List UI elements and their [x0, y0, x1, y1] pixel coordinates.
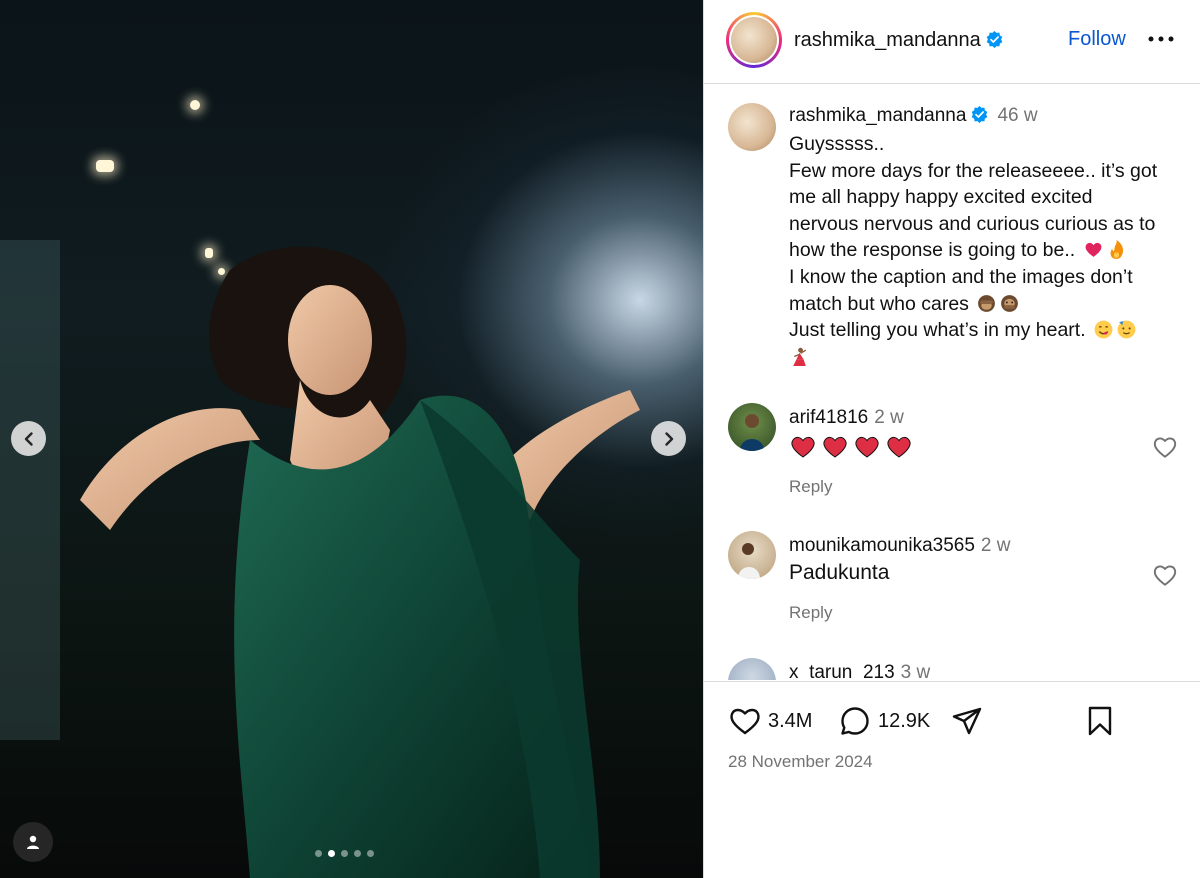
caption-timestamp[interactable]: 46 w: [997, 105, 1037, 126]
previous-slide-button[interactable]: [11, 421, 46, 456]
comment-header: mounikamounika3565 2 w: [789, 535, 1010, 557]
dancer-emoji-icon: [793, 347, 807, 366]
follow-button[interactable]: Follow: [1068, 28, 1126, 51]
bookmark-icon: [1088, 706, 1112, 736]
red-heart-emoji-icon: [791, 436, 911, 458]
comment-text: [789, 433, 919, 465]
slide-indicator: [315, 850, 374, 857]
author-username[interactable]: rashmika_mandanna: [794, 29, 1004, 52]
comment-timestamp[interactable]: 3 w: [901, 662, 931, 680]
comment-item: x_tarun_213 3 w: [704, 658, 1200, 680]
heart-icon[interactable]: [1152, 435, 1178, 459]
next-slide-button[interactable]: [651, 421, 686, 456]
post-sidebar: rashmika_mandanna Follow rashmika_mandan…: [703, 0, 1200, 878]
more-icon[interactable]: [1146, 27, 1176, 51]
heart-icon[interactable]: [1152, 563, 1178, 587]
user-tags-button[interactable]: [13, 822, 53, 862]
comment-username[interactable]: x_tarun_213: [789, 662, 895, 680]
like-button[interactable]: 3.4M: [728, 704, 812, 738]
avatar[interactable]: [728, 658, 776, 680]
chevron-right-icon: [664, 431, 673, 446]
post-date[interactable]: 28 November 2024: [728, 752, 873, 772]
comment-item: arif41816 2 w Reply: [704, 403, 1200, 513]
comment-text: Padukunta: [789, 561, 890, 584]
share-icon: [952, 707, 982, 735]
avatar[interactable]: [728, 103, 776, 151]
caption-line: match but who cares: [789, 292, 975, 315]
user-tag-icon: [27, 835, 39, 849]
avatar: [731, 17, 777, 63]
yum-face-emoji-icon: [1094, 320, 1113, 339]
comment-username[interactable]: mounikamounika3565: [789, 535, 975, 556]
caption-line: how the response is going to be..: [789, 239, 1081, 262]
caption-line: nervous nervous and curious curious as t…: [789, 212, 1156, 235]
see-no-evil-monkey-emoji-icon: [978, 294, 996, 312]
avatar-figure: [738, 543, 760, 579]
author-avatar-story-ring[interactable]: [726, 12, 782, 68]
avatar[interactable]: [728, 403, 776, 451]
author-username-text: rashmika_mandanna: [794, 29, 981, 51]
comment-timestamp[interactable]: 2 w: [874, 407, 904, 428]
comment-button[interactable]: 12.9K: [838, 704, 930, 738]
background-light: [96, 160, 114, 172]
post-actions-bar: 3.4M 12.9K 28 November 2024: [704, 681, 1200, 878]
slide-dot-active: [328, 850, 335, 857]
background-light: [190, 100, 200, 110]
reply-button[interactable]: Reply: [789, 603, 832, 623]
caption-header: rashmika_mandanna 46 w: [789, 105, 1038, 127]
caption-line: Just telling you what’s in my heart.: [789, 319, 1092, 342]
comment-header: arif41816 2 w: [789, 407, 904, 429]
comment-header: x_tarun_213 3 w: [789, 662, 930, 680]
verified-icon: [972, 105, 988, 124]
background-wall: [0, 240, 60, 740]
fire-emoji-icon: [1110, 240, 1123, 260]
reply-button[interactable]: Reply: [789, 477, 832, 497]
slide-dot: [354, 850, 361, 857]
post-caption: Guysssss.. Few more days for the releasee…: [789, 131, 1184, 370]
post-media[interactable]: [0, 0, 703, 878]
avatar-figure: [740, 414, 764, 451]
caption-line: Guysssss..: [789, 133, 885, 155]
comment-item: mounikamounika3565 2 w Padukunta Reply: [704, 531, 1200, 641]
comment-icon: [841, 707, 869, 735]
comment-timestamp[interactable]: 2 w: [981, 535, 1011, 556]
avatar[interactable]: [728, 531, 776, 579]
like-count: 3.4M: [768, 709, 813, 732]
caption-line: I know the caption and the images don’t: [789, 265, 1133, 288]
red-heart-emoji-icon: [1085, 243, 1102, 258]
speak-no-evil-monkey-emoji-icon: [1001, 294, 1019, 312]
chevron-left-icon: [24, 431, 33, 446]
slide-dot: [315, 850, 322, 857]
caption-line: me all happy happy excited excited: [789, 186, 1093, 209]
save-button[interactable]: [1083, 704, 1117, 738]
post-header: rashmika_mandanna Follow: [704, 0, 1200, 84]
slide-dot: [367, 850, 374, 857]
caption-line: Few more days for the releaseeee.. it’s …: [789, 159, 1158, 182]
photo-subject: [80, 246, 640, 878]
caption-username[interactable]: rashmika_mandanna: [789, 105, 966, 126]
comment-count: 12.9K: [878, 709, 931, 732]
verified-icon: [986, 30, 1003, 49]
slide-dot: [341, 850, 348, 857]
share-button[interactable]: [950, 704, 984, 738]
heart-icon: [730, 708, 760, 735]
comments-list[interactable]: rashmika_mandanna 46 w Guysssss.. Few mor…: [704, 85, 1200, 680]
partying-face-emoji-icon: [1117, 320, 1136, 339]
comment-username[interactable]: arif41816: [789, 407, 868, 428]
